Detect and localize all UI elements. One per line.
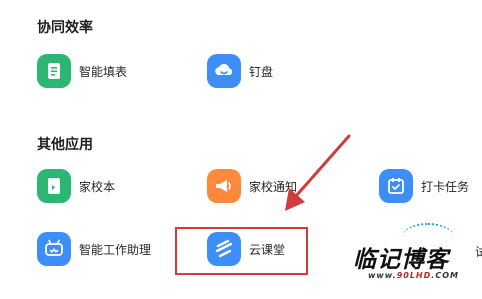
clipped-label: 试 xyxy=(475,245,482,259)
watermark: 临记博客 www.90LHD.COM xyxy=(350,240,475,290)
watermark-title: 临记博客 xyxy=(353,246,449,273)
watermark-url: www.90LHD.COM xyxy=(368,271,459,280)
